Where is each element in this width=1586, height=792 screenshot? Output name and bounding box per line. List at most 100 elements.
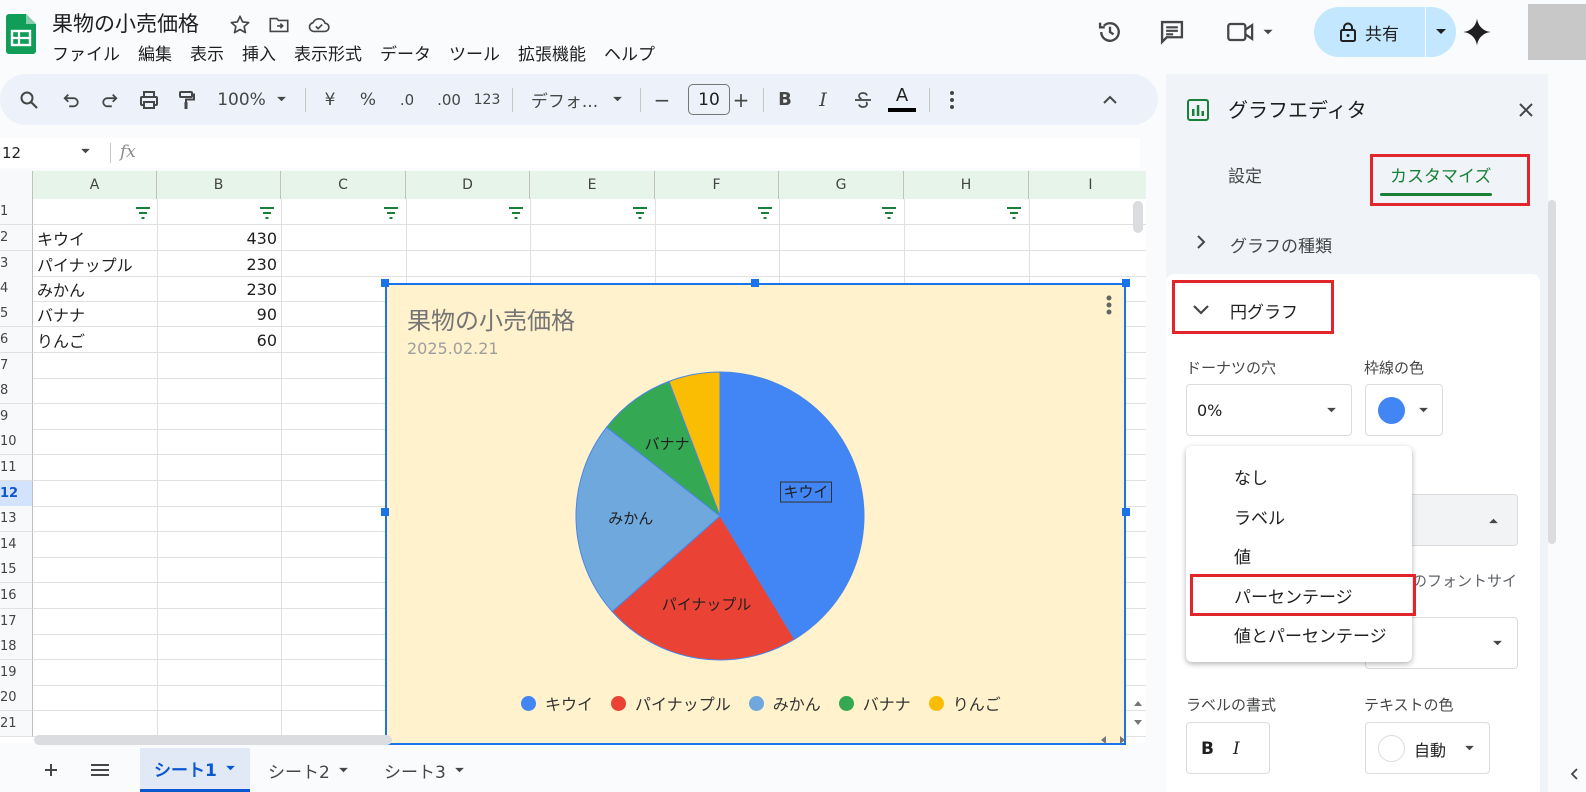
all-sheets-icon[interactable] xyxy=(86,748,114,792)
cell-a5[interactable]: バナナ xyxy=(37,301,85,327)
font-size-input[interactable]: 10 xyxy=(688,84,730,115)
sheet-tab-1[interactable]: シート1 xyxy=(140,748,250,792)
paint-format-icon[interactable] xyxy=(172,74,202,125)
row-header[interactable]: 21 xyxy=(0,711,33,737)
row-header[interactable]: 7 xyxy=(0,353,33,379)
menu-tools[interactable]: ツール xyxy=(449,40,500,65)
row-header[interactable]: 6 xyxy=(0,327,33,353)
pie-chart[interactable]: キウイパイナップルみかんバナナ xyxy=(387,285,1128,747)
italic-toggle[interactable]: I xyxy=(1233,739,1240,759)
column-header-i[interactable]: I xyxy=(1029,171,1146,199)
menu-insert[interactable]: 挿入 xyxy=(242,40,276,65)
row-header[interactable]: 19 xyxy=(0,660,33,686)
row-header[interactable]: 5 xyxy=(0,301,33,327)
collapse-menus-icon[interactable] xyxy=(1096,74,1124,125)
panel-scrollbar[interactable] xyxy=(1548,200,1556,544)
zoom-select[interactable]: 100% xyxy=(212,74,292,125)
menu-extensions[interactable]: 拡張機能 xyxy=(518,40,586,65)
filter-icon[interactable] xyxy=(135,207,151,219)
menu-view[interactable]: 表示 xyxy=(190,40,224,65)
menu-edit[interactable]: 編集 xyxy=(138,40,172,65)
vertical-scrollbar[interactable] xyxy=(1133,201,1143,233)
italic-button[interactable]: I xyxy=(810,74,836,125)
more-options-icon[interactable] xyxy=(940,74,964,125)
menu-data[interactable]: データ xyxy=(380,40,431,65)
row-header[interactable]: 3 xyxy=(0,251,33,277)
currency-format-button[interactable]: ¥ xyxy=(316,74,344,125)
decrease-decimal-button[interactable]: .0 xyxy=(392,74,422,125)
sheet-tab-2[interactable]: シート2 xyxy=(268,748,349,792)
cell-b5[interactable]: 90 xyxy=(157,301,277,327)
cell-b2[interactable]: 430 xyxy=(157,225,277,251)
filter-icon[interactable] xyxy=(259,207,275,219)
column-header-c[interactable]: C xyxy=(281,171,406,199)
strikethrough-icon[interactable] xyxy=(850,74,876,125)
filter-icon[interactable] xyxy=(757,207,773,219)
move-folder-icon[interactable] xyxy=(266,12,292,38)
cell-a3[interactable]: パイナップル xyxy=(37,251,133,277)
horizontal-scrollbar[interactable] xyxy=(34,735,392,745)
scroll-right-icon[interactable] xyxy=(1116,734,1130,746)
resize-handle[interactable] xyxy=(751,279,759,287)
resize-handle[interactable] xyxy=(381,508,389,516)
row-header[interactable]: 12 xyxy=(0,481,33,507)
option-value[interactable]: 値 xyxy=(1234,543,1251,568)
cell-b6[interactable]: 60 xyxy=(157,327,277,353)
search-menus-icon[interactable] xyxy=(14,74,44,125)
option-value-and-percentage[interactable]: 値とパーセンテージ xyxy=(1234,622,1387,647)
tab-setup[interactable]: 設定 xyxy=(1228,162,1262,187)
cloud-status-icon[interactable] xyxy=(306,12,332,38)
meet-icon[interactable] xyxy=(1222,14,1280,50)
cell-a4[interactable]: みかん xyxy=(37,276,85,302)
add-sheet-icon[interactable] xyxy=(38,748,64,792)
section-chart-type[interactable]: グラフの種類 xyxy=(1166,212,1540,274)
percent-format-button[interactable]: % xyxy=(354,74,382,125)
increase-font-size-button[interactable]: + xyxy=(730,74,752,125)
filter-icon[interactable] xyxy=(383,207,399,219)
row-header[interactable]: 10 xyxy=(0,429,33,455)
filter-icon[interactable] xyxy=(632,207,648,219)
filter-icon[interactable] xyxy=(1006,207,1022,219)
share-button[interactable]: 共有 xyxy=(1314,7,1456,57)
column-header-d[interactable]: D xyxy=(406,171,530,199)
row-header[interactable]: 18 xyxy=(0,634,33,660)
legend-item[interactable]: りんご xyxy=(928,691,1001,715)
legend-item[interactable]: みかん xyxy=(748,691,821,715)
version-history-icon[interactable] xyxy=(1092,14,1128,50)
row-header[interactable]: 1 xyxy=(0,199,33,225)
document-title[interactable]: 果物の小売価格 xyxy=(52,8,199,38)
gemini-sparkle-icon[interactable] xyxy=(1460,14,1494,50)
increase-decimal-button[interactable]: .00 xyxy=(432,74,466,125)
legend-item[interactable]: パイナップル xyxy=(611,691,731,715)
menu-format[interactable]: 表示形式 xyxy=(294,40,362,65)
filter-icon[interactable] xyxy=(508,207,524,219)
filter-icon[interactable] xyxy=(881,207,897,219)
row-header[interactable]: 11 xyxy=(0,455,33,481)
menu-help[interactable]: ヘルプ xyxy=(604,40,655,65)
menu-file[interactable]: ファイル xyxy=(52,40,120,65)
row-header[interactable]: 9 xyxy=(0,404,33,430)
option-label[interactable]: ラベル xyxy=(1234,504,1285,529)
sheets-logo-icon[interactable] xyxy=(6,14,36,54)
bold-toggle[interactable]: B xyxy=(1201,739,1214,759)
cell-a6[interactable]: りんご xyxy=(37,327,85,353)
donut-hole-select[interactable]: 0% xyxy=(1186,384,1352,436)
sheet-tab-3[interactable]: シート3 xyxy=(384,748,465,792)
close-icon[interactable] xyxy=(1512,96,1540,124)
avatar[interactable] xyxy=(1528,4,1586,60)
share-options-button[interactable] xyxy=(1425,7,1456,57)
undo-icon[interactable] xyxy=(56,74,86,125)
row-header[interactable]: 20 xyxy=(0,685,33,711)
scroll-down-icon[interactable] xyxy=(1130,716,1146,730)
resize-handle[interactable] xyxy=(1122,508,1130,516)
column-header-a[interactable]: A xyxy=(33,171,157,199)
column-header-h[interactable]: H xyxy=(904,171,1029,199)
star-icon[interactable] xyxy=(227,12,253,38)
resize-handle[interactable] xyxy=(1122,279,1130,287)
row-header[interactable]: 4 xyxy=(0,276,33,302)
border-color-select[interactable] xyxy=(1365,384,1443,436)
row-header[interactable]: 16 xyxy=(0,583,33,609)
print-icon[interactable] xyxy=(134,74,164,125)
row-header[interactable]: 8 xyxy=(0,378,33,404)
decrease-font-size-button[interactable]: − xyxy=(650,74,674,125)
